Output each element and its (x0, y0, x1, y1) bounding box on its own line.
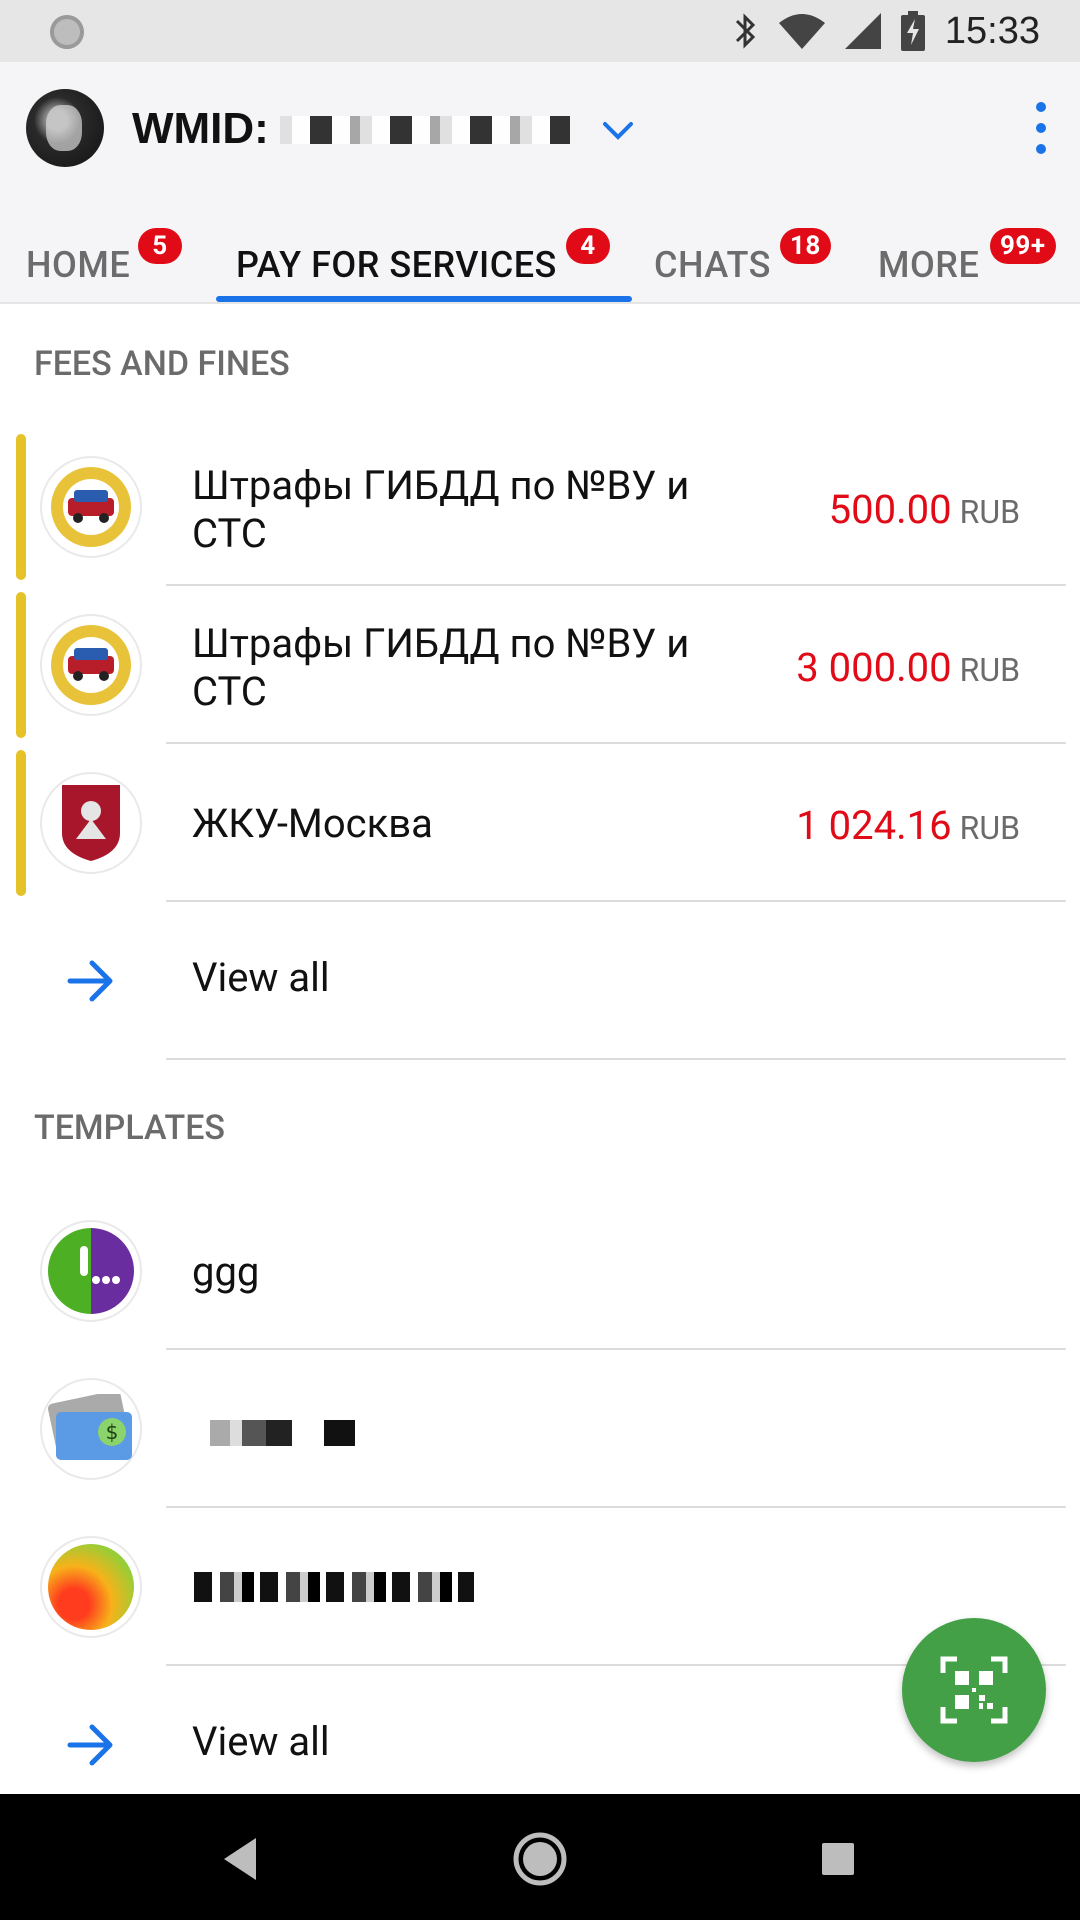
tab-bar: HOME 5 PAY FOR SERVICES 4 CHATS 18 MORE … (0, 212, 1080, 302)
template-item[interactable] (0, 1508, 1080, 1666)
more-vert-icon[interactable] (1030, 100, 1050, 156)
badge-chats: 18 (780, 228, 831, 264)
header-divider (0, 302, 1080, 304)
notification-dot-icon (50, 15, 84, 49)
tab-more[interactable]: MORE 99+ (878, 212, 1068, 302)
status-time: 15:33 (944, 9, 1040, 52)
wmid-label: WMID: (132, 104, 269, 153)
tab-label: HOME (26, 244, 131, 286)
section-title-fees: FEES AND FINES (34, 344, 290, 384)
svg-text:$: $ (106, 1420, 119, 1444)
item-name: Штрафы ГИБДД по №ВУ и СТС (192, 462, 690, 557)
template-item[interactable]: $ (0, 1350, 1080, 1508)
tab-label: PAY FOR SERVICES (236, 244, 557, 286)
item-name: Штрафы ГИБДД по №ВУ и СТС (192, 620, 690, 715)
amount-value: 500.00 (828, 486, 952, 533)
avatar[interactable] (26, 89, 104, 167)
section-title-templates: TEMPLATES (34, 1108, 226, 1148)
chevron-down-icon[interactable] (600, 112, 636, 148)
list-item[interactable]: ЖКУ-Москва 1 024.16 RUB (0, 744, 1080, 902)
arrow-right-icon (67, 960, 113, 1002)
nav-recents-icon[interactable] (803, 1824, 873, 1894)
divider (166, 1058, 1066, 1060)
wifi-icon (778, 14, 825, 49)
gibdd-emblem-icon (40, 456, 142, 558)
nav-back-icon[interactable] (206, 1824, 276, 1894)
amount-currency: RUB (959, 809, 1020, 847)
bank-card-icon: $ (40, 1378, 142, 1480)
tab-label: CHATS (654, 244, 771, 286)
view-all-fees-button[interactable]: View all (0, 902, 1080, 1060)
status-bar: 15:33 (0, 0, 1080, 62)
amount-currency: RUB (959, 651, 1020, 689)
system-nav-bar (0, 1794, 1080, 1920)
amount-value: 1 024.16 (796, 802, 952, 849)
qr-scan-button[interactable] (902, 1618, 1046, 1762)
unpaid-stripe (16, 750, 26, 896)
item-amount: 3 000.00 RUB (796, 644, 1020, 691)
template-item[interactable]: ggg (0, 1192, 1080, 1350)
amount-currency: RUB (959, 493, 1020, 531)
item-amount: 1 024.16 RUB (796, 802, 1020, 849)
tab-chats[interactable]: CHATS 18 (654, 212, 844, 302)
item-name: ЖКУ-Москва (192, 800, 433, 847)
signal-icon (844, 13, 881, 49)
qr-scan-icon (940, 1656, 1008, 1724)
list-item[interactable]: Штрафы ГИБДД по №ВУ и СТС 3 000.00 RUB (0, 586, 1080, 744)
tab-label: MORE (878, 244, 980, 286)
tab-pay-for-services[interactable]: PAY FOR SERVICES 4 (236, 212, 616, 302)
list-item[interactable]: Штрафы ГИБДД по №ВУ и СТС 500.00 RUB (0, 428, 1080, 586)
badge-pay: 4 (566, 228, 610, 264)
view-all-label: View all (192, 1718, 330, 1765)
gibdd-emblem-icon (40, 614, 142, 716)
bluetooth-icon (735, 13, 756, 49)
arrow-right-icon (67, 1724, 113, 1766)
badge-home: 5 (138, 228, 182, 264)
megafon-logo-icon (40, 1220, 142, 1322)
redacted-template-name (210, 1420, 355, 1446)
unpaid-stripe (16, 434, 26, 580)
nav-home-icon[interactable] (505, 1824, 575, 1894)
template-name: ggg (192, 1248, 260, 1295)
wmid-value-redacted[interactable] (280, 116, 570, 144)
redacted-template-name (194, 1572, 474, 1602)
moscow-coat-of-arms-icon (40, 772, 142, 874)
app-header: WMID: HOME 5 PAY FOR SERVICES 4 CHATS 18… (0, 62, 1080, 302)
unpaid-stripe (16, 592, 26, 738)
gradient-logo-icon (40, 1536, 142, 1638)
view-all-label: View all (192, 954, 330, 1001)
battery-charging-icon (900, 11, 925, 51)
amount-value: 3 000.00 (796, 644, 952, 691)
badge-more: 99+ (990, 228, 1056, 264)
tab-home[interactable]: HOME 5 (26, 212, 196, 302)
status-icons: 15:33 (733, 0, 1040, 62)
item-amount: 500.00 RUB (829, 486, 1020, 533)
